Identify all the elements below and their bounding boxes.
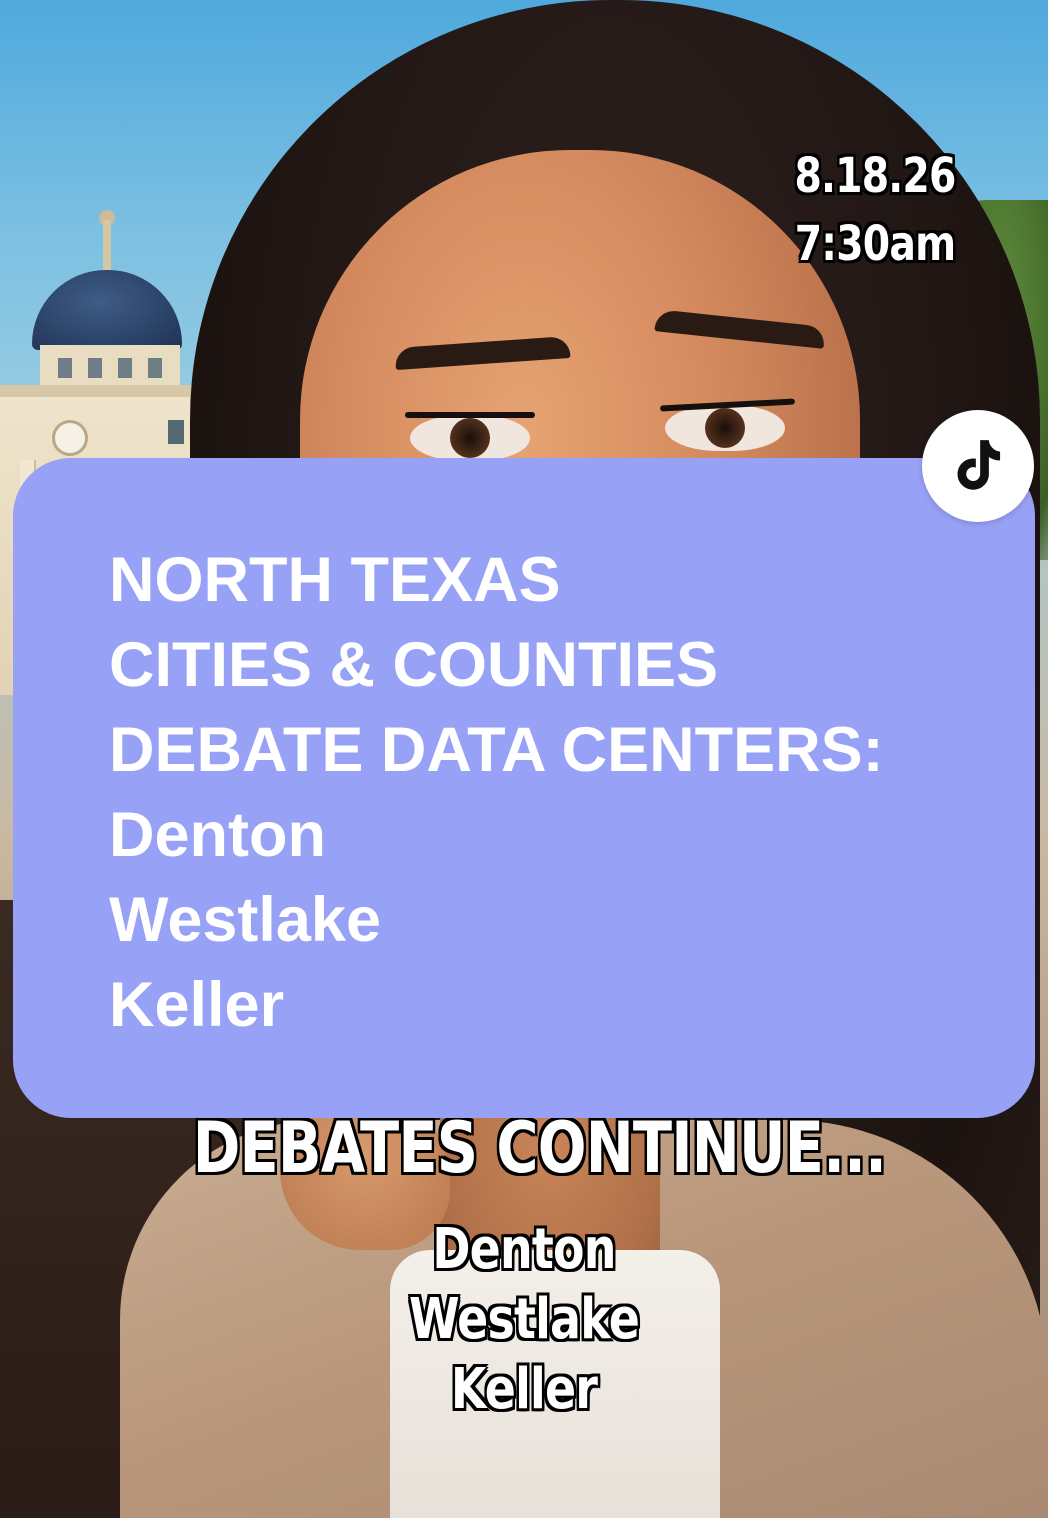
video-frame: 8.18.26 7:30am DEBATES CONTINUE... Dento… <box>0 0 1048 1518</box>
headline-text: NORTH TEXAS CITIES & COUNTIES DEBATE DAT… <box>109 538 1009 1048</box>
headline-city: Denton <box>109 800 326 870</box>
headline-line: DEBATE DATA CENTERS: <box>109 715 884 785</box>
caption-debates-continue: DEBATES CONTINUE... <box>192 1107 887 1189</box>
date-time-overlay: 8.18.26 7:30am <box>770 142 980 278</box>
headline-line: NORTH TEXAS <box>109 545 561 615</box>
clock-icon <box>52 420 88 456</box>
headline-line: CITIES & COUNTIES <box>109 630 719 700</box>
time-text: 7:30am <box>794 216 956 272</box>
caption-city: Denton <box>432 1217 616 1282</box>
caption-city: Westlake <box>408 1287 640 1352</box>
headline-city: Westlake <box>109 885 381 955</box>
caption-city: Keller <box>450 1357 598 1422</box>
headline-city: Keller <box>109 970 285 1040</box>
tiktok-badge[interactable] <box>922 410 1034 522</box>
caption-city-list: Denton Westlake Keller <box>324 1215 724 1425</box>
tiktok-logo-icon <box>957 440 1001 490</box>
date-text: 8.18.26 <box>794 148 956 204</box>
